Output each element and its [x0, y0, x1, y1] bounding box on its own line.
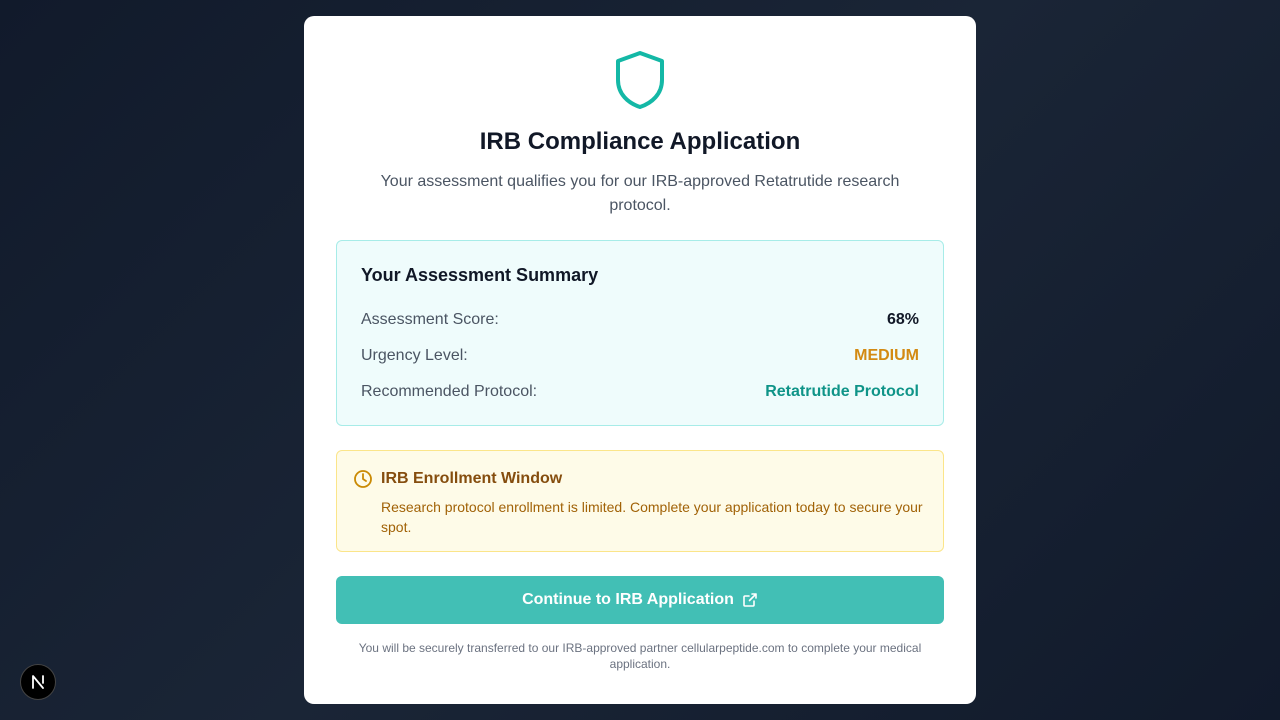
application-card: IRB Compliance Application Your assessme… [304, 16, 976, 704]
nextjs-dev-badge[interactable] [20, 664, 56, 700]
summary-title: Your Assessment Summary [361, 265, 599, 285]
transfer-footnote: You will be securely transferred to our … [358, 641, 922, 671]
score-label: Assessment Score: [361, 311, 499, 328]
clock-icon [354, 470, 372, 488]
notice-text: Research protocol enrollment is limited.… [381, 499, 923, 535]
continue-button[interactable]: Continue to IRB Application [336, 576, 944, 624]
external-link-icon [743, 593, 757, 607]
summary-row-urgency: Urgency Level: MEDIUM [361, 338, 919, 374]
urgency-value: MEDIUM [854, 347, 919, 364]
page-subtitle: Your assessment qualifies you for our IR… [380, 173, 900, 214]
shield-icon [616, 51, 664, 109]
summary-row-protocol: Recommended Protocol: Retatrutide Protoc… [361, 374, 919, 410]
assessment-summary: Your Assessment Summary Assessment Score… [336, 240, 944, 426]
summary-row-score: Assessment Score: 68% [361, 302, 919, 338]
nextjs-logo-icon [32, 675, 44, 689]
enrollment-notice: IRB Enrollment Window Research protocol … [336, 450, 944, 552]
score-value: 68% [886, 311, 919, 328]
protocol-value: Retatrutide Protocol [765, 383, 919, 400]
notice-title: IRB Enrollment Window [381, 470, 563, 487]
urgency-label: Urgency Level: [361, 347, 468, 364]
page-title: IRB Compliance Application [479, 128, 801, 155]
continue-button-label: Continue to IRB Application [522, 591, 734, 608]
protocol-label: Recommended Protocol: [361, 383, 538, 400]
